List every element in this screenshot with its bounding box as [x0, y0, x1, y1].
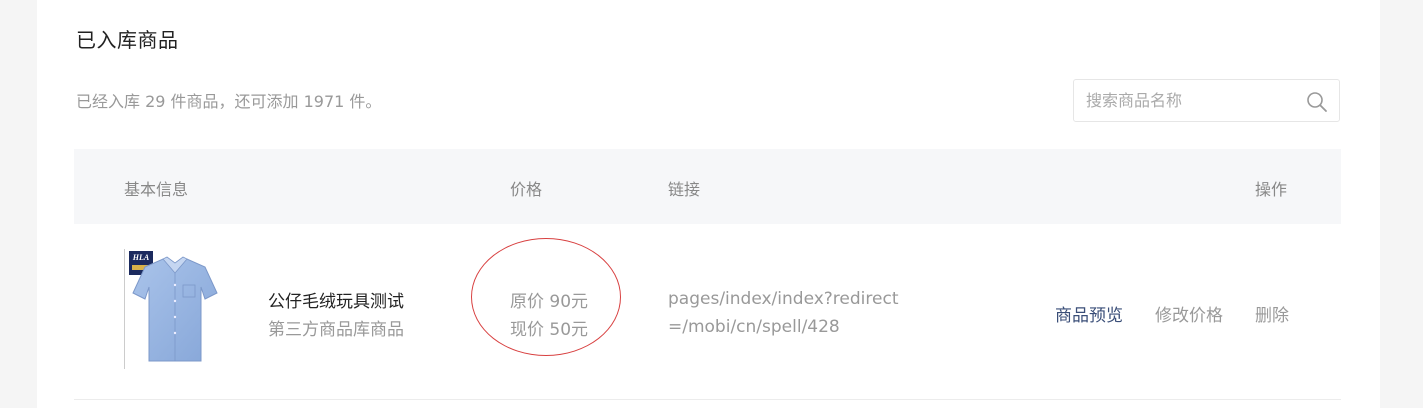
shirt-icon	[132, 256, 218, 362]
column-header-basic-info: 基本信息	[124, 180, 189, 199]
edit-price-button[interactable]: 修改价格	[1155, 301, 1223, 326]
column-header-actions: 操作	[1255, 180, 1288, 199]
product-name: 公仔毛绒玩具测试	[268, 292, 404, 312]
product-link: pages/index/index?redirect=/mobi/cn/spel…	[668, 289, 899, 337]
section-title: 已入库商品	[76, 28, 179, 52]
preview-button[interactable]: 商品预览	[1055, 301, 1123, 326]
search-icon[interactable]	[1306, 91, 1328, 113]
goods-card: 已入库商品 已经入库 29 件商品，还可添加 1971 件。 基本信息 价格 链…	[37, 0, 1380, 408]
table-row: HLA 公仔毛绒玩具测试 第三方商品库商品 原价 90元 现价 50元 page…	[74, 224, 1341, 400]
search-input[interactable]	[1086, 80, 1296, 121]
goods-count-summary: 已经入库 29 件商品，还可添加 1971 件。	[76, 92, 382, 111]
column-header-link: 链接	[668, 180, 701, 199]
original-price: 原价 90元	[510, 292, 589, 312]
search-box[interactable]	[1073, 79, 1340, 122]
table-header: 基本信息 价格 链接 操作	[74, 149, 1341, 224]
product-source: 第三方商品库商品	[268, 320, 404, 340]
column-header-price: 价格	[510, 180, 543, 199]
delete-button[interactable]: 删除	[1255, 301, 1289, 326]
current-price: 现价 50元	[510, 320, 589, 340]
product-image: HLA	[124, 249, 225, 369]
